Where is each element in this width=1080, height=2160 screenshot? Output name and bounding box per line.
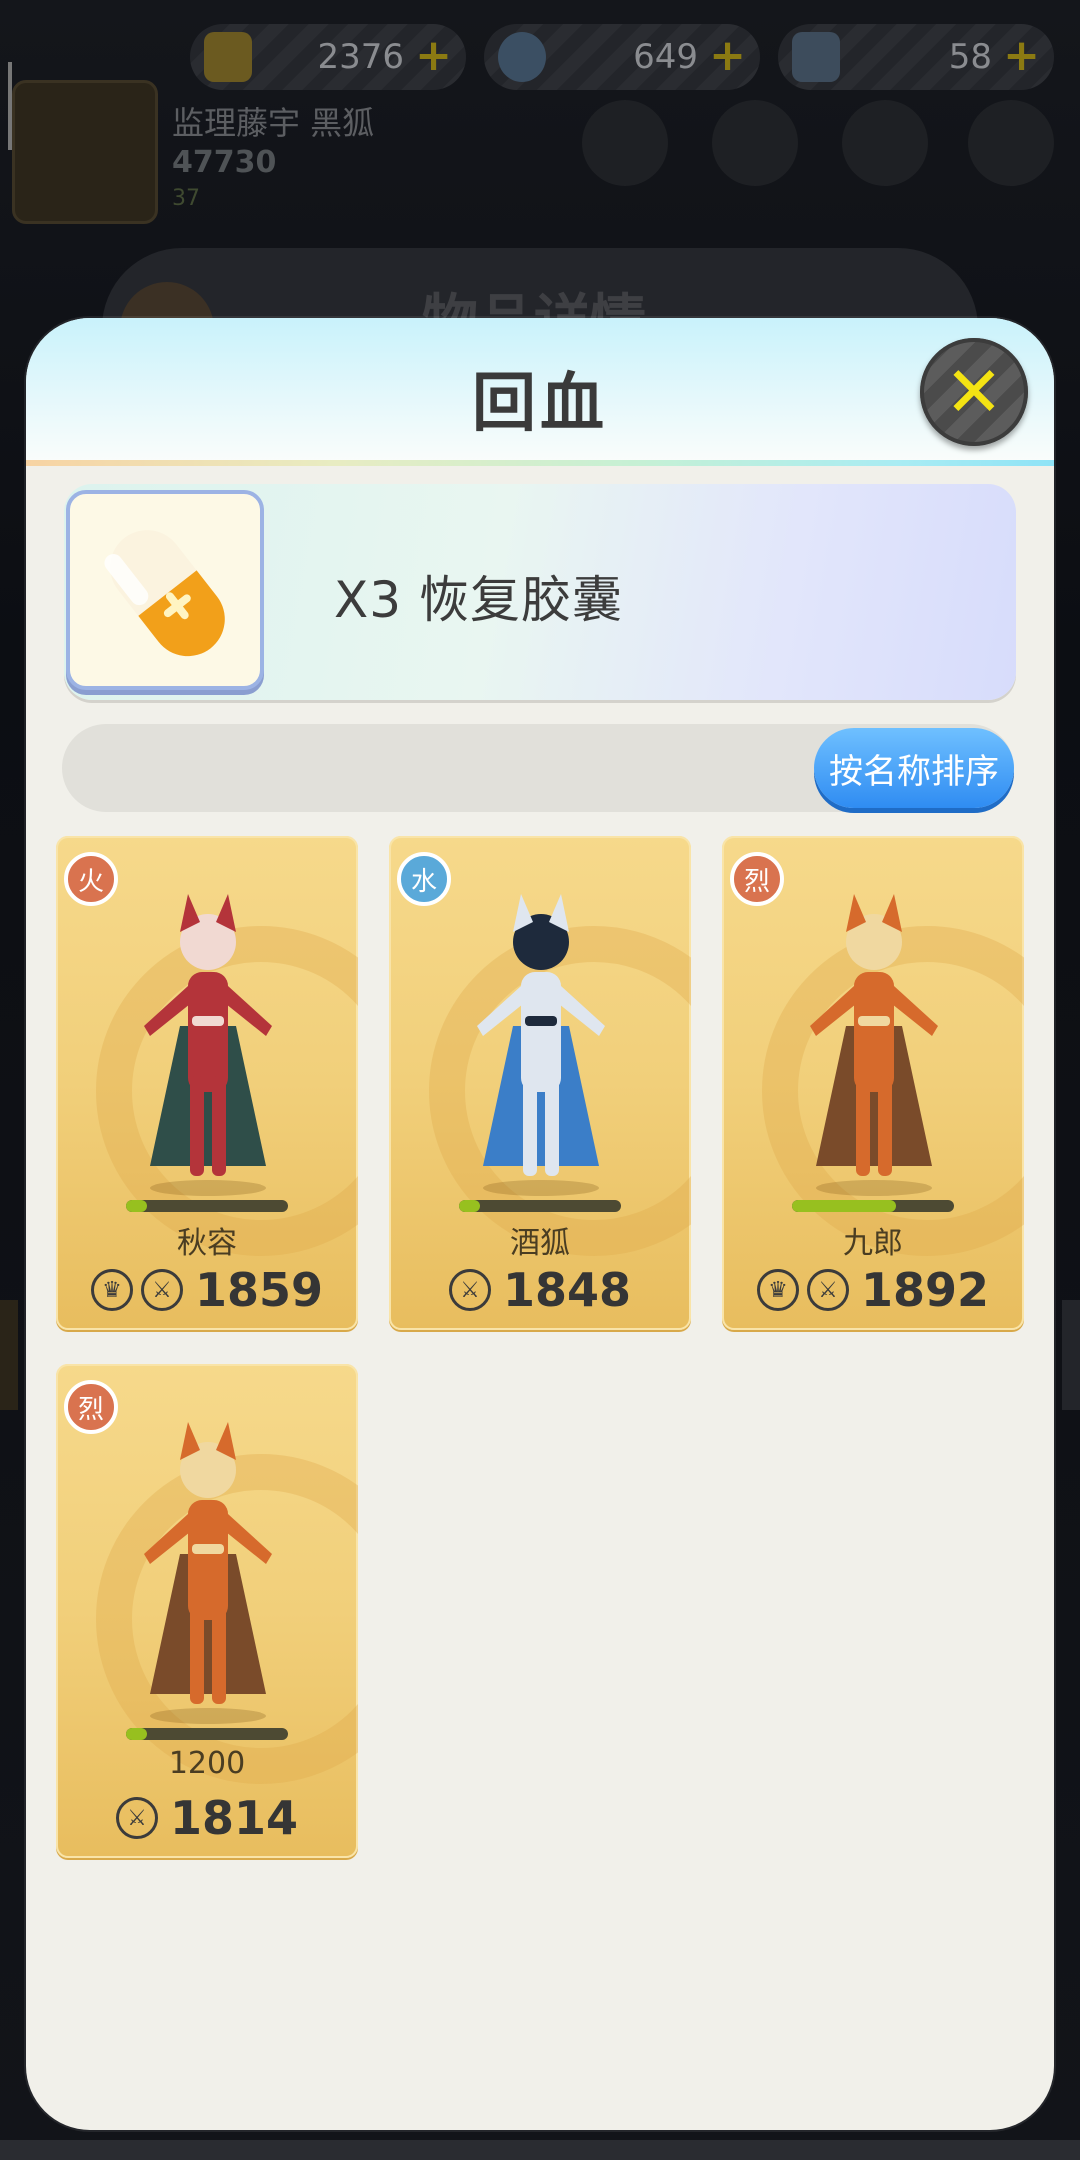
hero-figure-part [212,1604,226,1704]
hero-figure-part [878,1076,892,1176]
player-name: 监理藤宇 黑狐 [172,104,375,142]
hero-figure-part [192,1544,224,1554]
sort-bar: 按名称排序 [62,724,1014,812]
hp-bar [459,1200,621,1212]
sword-icon: ⚔ [140,1269,183,1311]
hp-bar [126,1200,288,1212]
hero-figure-part [212,1076,226,1176]
hero-figure-part [188,972,228,1092]
hero-figure-part [858,1016,890,1026]
target-icon[interactable] [968,100,1054,186]
capsule-icon [104,530,225,657]
currency-gold[interactable]: 2376 + [190,24,466,90]
diamond-icon [498,32,546,82]
hero-name: 九郎 [843,1226,903,1261]
hero-power: 1892 [860,1263,990,1317]
hero-figure [477,894,605,1196]
hero-select-modal: 回血 ✕ X3 恢复胶囊 按名称排序 火 秋容 ♛ ⚔ 1859 水 酒狐 ⚔ … [26,318,1054,2130]
sword-icon: ⚔ [115,1797,158,1839]
sword-icon: ⚔ [806,1269,849,1311]
currency-diamond-value: 649 [633,37,698,77]
plus-icon[interactable]: + [1003,34,1040,78]
hero-figure-part [816,1180,932,1196]
hero-power: 1848 [502,1263,632,1317]
hero-power: 1859 [194,1263,324,1317]
hero-figure-part [188,1500,228,1620]
hero-figure-part [525,1016,557,1026]
shop-icon[interactable] [712,100,798,186]
hero-figure-part [190,1604,204,1704]
hero-figure-part [856,1076,870,1176]
plus-icon[interactable]: + [709,34,746,78]
currency-ticket-value: 58 [948,37,992,77]
player-power: 47730 [172,145,277,180]
background-side-right [1062,1300,1080,1410]
hero-figure-part [854,972,894,1092]
gift-icon[interactable] [582,100,668,186]
stat-row: ⚔ 1814 [56,1786,358,1850]
modal-title: 回血 [472,367,608,441]
hero-figure-part [150,1180,266,1196]
hp-bar-fill [126,1728,148,1740]
hero-name: 1200 [168,1746,246,1781]
stat-row: ♛ ⚔ 1892 [722,1258,1024,1322]
stat-row: ⚔ 1848 [389,1258,691,1322]
sword-icon: ⚔ [448,1269,491,1311]
hero-figure-part [523,1076,537,1176]
crown-icon: ♛ [90,1269,133,1311]
header-divider [26,460,1054,466]
background-bottom-bar [0,2140,1080,2160]
hero-figure [144,1422,272,1724]
player-avatar[interactable] [12,80,158,224]
stat-row: ♛ ⚔ 1859 [56,1258,358,1322]
background-side-left [0,1300,18,1410]
item-label: X3 恢复胶囊 [334,571,623,629]
hp-bar-fill [126,1200,148,1212]
hero-name: 酒狐 [510,1226,570,1261]
close-button[interactable]: ✕ [920,338,1028,446]
gold-ingot-icon [204,32,252,82]
hero-figure-part [483,1180,599,1196]
hero-card[interactable]: 火 秋容 ♛ ⚔ 1859 [56,836,358,1330]
hp-bar [126,1728,288,1740]
hero-card[interactable]: 烈 1200 ⚔ 1814 [56,1364,358,1858]
crown-icon: ♛ [756,1269,799,1311]
hp-bar [792,1200,954,1212]
item-banner: X3 恢复胶囊 [64,484,1016,700]
hero-figure-part [150,1708,266,1724]
hero-power: 1814 [169,1791,299,1845]
hp-bar-fill [792,1200,896,1212]
close-icon: ✕ [944,351,1004,433]
hero-card[interactable]: 烈 九郎 ♛ ⚔ 1892 [722,836,1024,1330]
hero-figure-part [545,1076,559,1176]
hero-name: 秋容 [177,1226,237,1261]
currency-ticket[interactable]: 58 + [778,24,1054,90]
currency-diamond[interactable]: 649 + [484,24,760,90]
player-level: 37 [172,186,200,211]
hero-card[interactable]: 水 酒狐 ⚔ 1848 [389,836,691,1330]
plus-icon[interactable]: + [415,34,452,78]
hero-figure-part [190,1076,204,1176]
sort-by-name-button[interactable]: 按名称排序 [814,728,1014,808]
hero-figure-part [521,972,561,1092]
currency-gold-value: 2376 [317,37,404,77]
hero-figure-part [192,1016,224,1026]
item-slot[interactable] [66,490,264,690]
ticket-icon [792,32,840,82]
grid-menu-icon[interactable] [842,100,928,186]
hp-bar-fill [459,1200,481,1212]
hero-figure [810,894,938,1196]
hero-figure [144,894,272,1196]
